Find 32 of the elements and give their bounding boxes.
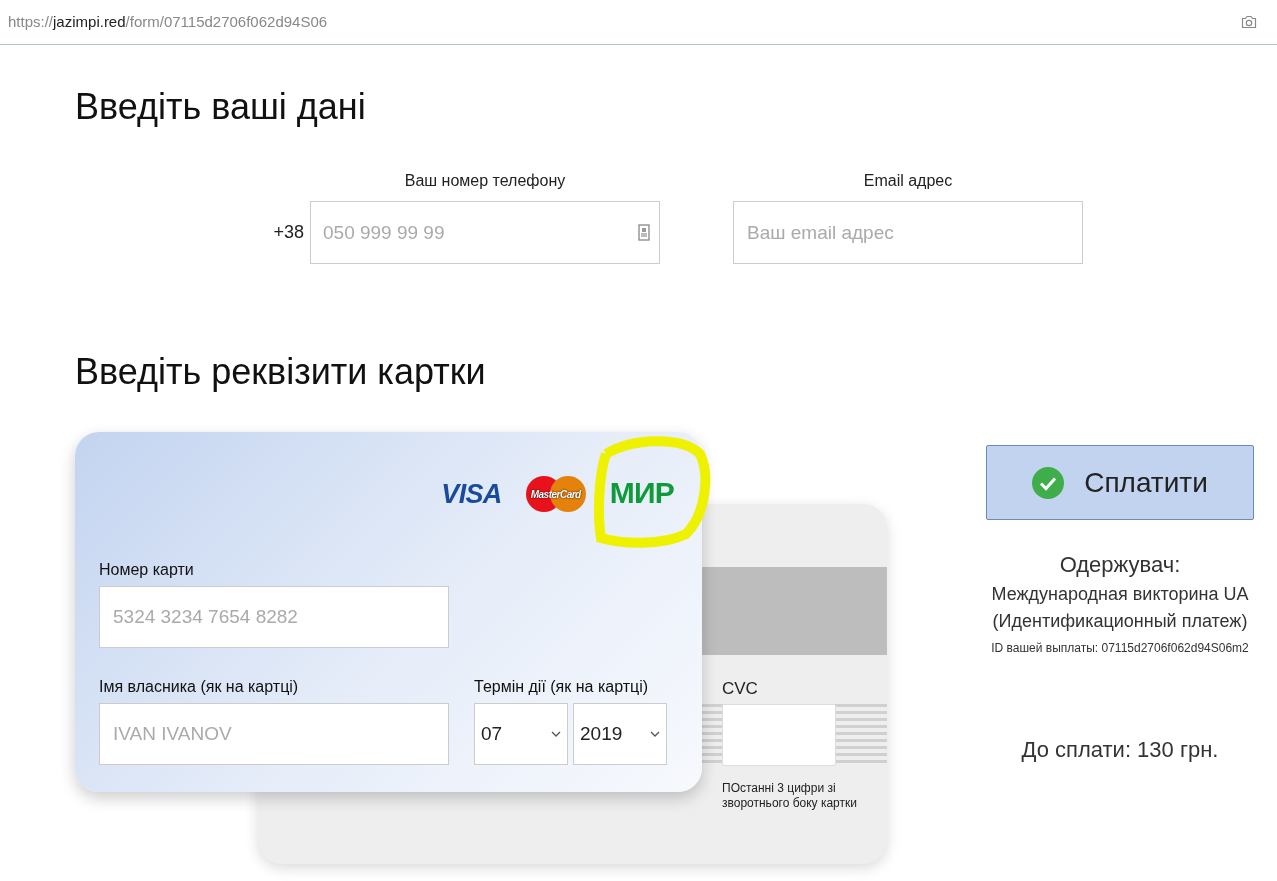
payout-id: ID вашей выплаты: 07115d2706f062d94S06m2 [991, 640, 1249, 657]
contact-card-icon[interactable] [638, 224, 650, 241]
field-label: Термін дії (як на картці) [474, 677, 649, 697]
amount-due: До сплати: 130 грн. [1021, 736, 1219, 764]
recipient-name: (Идентификационный платеж) [992, 610, 1248, 633]
field-label: Email адрес [862, 171, 954, 191]
card-number-field[interactable]: 5324 3234 7654 8282 [99, 586, 449, 648]
cvc-label: CVC [722, 678, 758, 700]
email-field[interactable]: Ваш email адрес [733, 201, 1083, 264]
mastercard-logo: MasterCard [525, 476, 586, 512]
camera-icon[interactable] [1241, 15, 1257, 29]
chevron-down-icon [551, 731, 561, 737]
section-title: Введіть реквізити картки [75, 350, 487, 394]
cvc-field[interactable] [722, 704, 836, 766]
recipient-label: Одержувач: [1059, 551, 1181, 579]
year-select[interactable]: 2019 [573, 703, 667, 765]
field-label: Ваш номер телефону [403, 171, 567, 191]
visa-logo: VISA [441, 480, 502, 508]
cvc-hint: ПОстанні 3 цифри зі зворотнього боку картки [722, 781, 858, 811]
recipient-name: Международная викторина UA [991, 583, 1249, 606]
field-label: Номер карти [99, 560, 194, 580]
url-text[interactable]: https://jazimpi.red/form/07115d2706f062d94S06 [8, 10, 328, 34]
mir-logo: МИР [609, 476, 674, 509]
section-title: Введіть ваші дані [75, 85, 367, 129]
pay-button[interactable]: Сплатити [986, 445, 1254, 520]
field-label: Імя власника (як на картці) [99, 677, 299, 697]
chevron-down-icon [650, 731, 660, 737]
month-select[interactable]: 07 [474, 703, 568, 765]
check-circle-icon [1032, 466, 1065, 499]
phone-field[interactable]: 050 999 99 99 [310, 201, 660, 264]
phone-prefix: +38 [273, 221, 304, 244]
cardholder-field[interactable]: IVAN IVANOV [99, 703, 449, 765]
